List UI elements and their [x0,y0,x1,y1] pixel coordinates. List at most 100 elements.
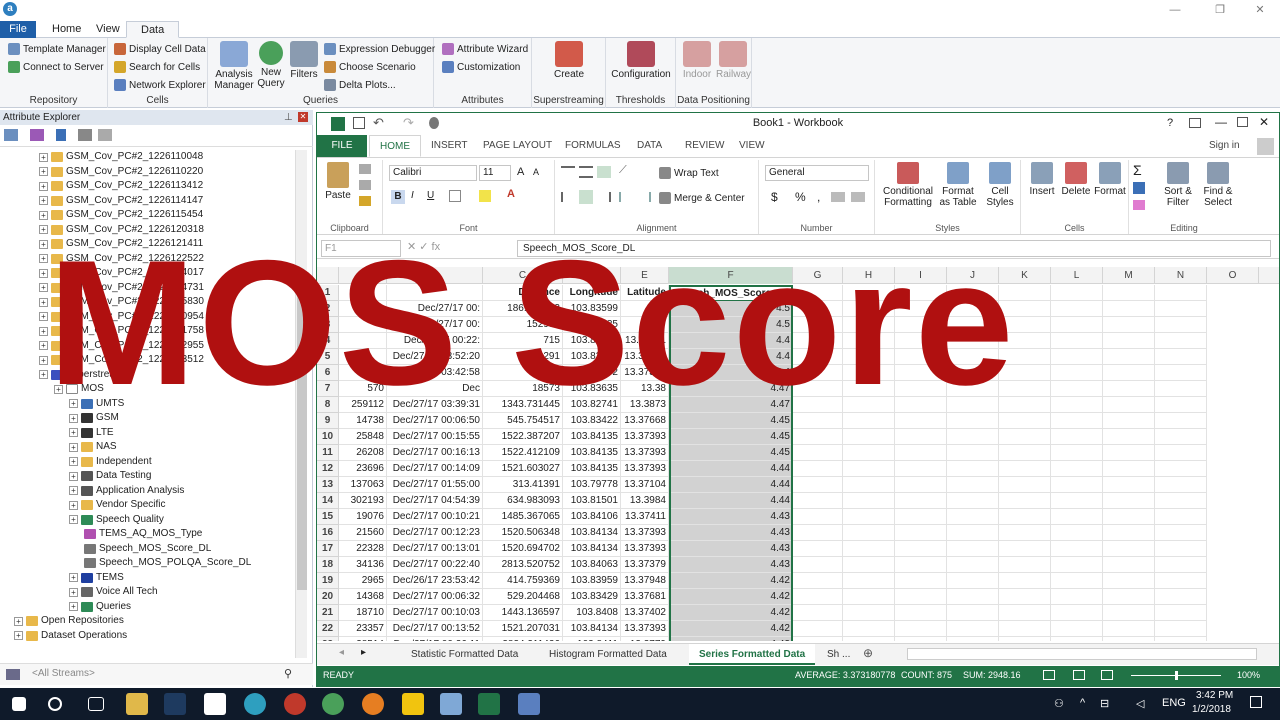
row-header[interactable]: 11 [317,445,339,461]
excel-taskbar-icon[interactable] [478,693,500,715]
italic-icon[interactable]: I [411,190,414,201]
fill-icon[interactable] [1133,182,1145,194]
data-cell[interactable]: 103.8411 [563,637,621,641]
bold-icon[interactable]: B [391,190,405,204]
sheet-tab-statistic[interactable]: Statistic Formatted Data [401,644,528,665]
avatar[interactable] [1257,138,1274,155]
data-cell[interactable]: 103.84134 [563,541,621,557]
expand-toggle-icon[interactable]: + [14,631,23,640]
data-cell[interactable] [1155,637,1207,641]
row-header[interactable]: 17 [317,541,339,557]
data-cell[interactable] [793,637,843,641]
data-cell[interactable] [1051,445,1103,461]
tree-node[interactable]: + Independent [69,455,152,469]
row-header[interactable]: 18 [317,557,339,573]
data-cell[interactable] [1051,637,1103,641]
data-cell[interactable]: 103.84135 [563,445,621,461]
xl-tab-view[interactable]: VIEW [729,135,775,157]
data-cell[interactable]: 13.37104 [621,477,669,493]
data-cell[interactable]: Dec/27/17 00:13:01 [387,541,483,557]
data-cell[interactable]: 103.84134 [563,621,621,637]
data-cell[interactable] [1155,509,1207,525]
xl-tab-data[interactable]: DATA [627,135,672,157]
data-cell[interactable] [999,621,1051,637]
tray-up-icon[interactable]: ^ [1080,697,1085,709]
firefox-icon[interactable] [362,693,384,715]
data-cell[interactable] [1103,557,1155,573]
data-cell[interactable] [895,525,947,541]
xl-tab-file[interactable]: FILE [317,135,367,157]
align-bottom-icon[interactable] [597,166,611,178]
language-indicator[interactable]: ENG [1162,697,1186,709]
people-icon[interactable]: ⚇ [1054,697,1064,710]
data-cell[interactable] [843,541,895,557]
data-cell[interactable] [1103,589,1155,605]
tree-node[interactable]: + GSM_Cov_PC#2_1226113412 [39,179,203,193]
data-cell[interactable]: 13.37948 [621,573,669,589]
data-cell[interactable] [1051,509,1103,525]
expand-toggle-icon[interactable]: + [69,500,78,510]
expand-toggle-icon[interactable]: + [39,225,48,234]
data-cell[interactable] [843,573,895,589]
indoor-button[interactable]: Indoor [680,41,714,80]
data-cell[interactable]: 634.983093 [483,493,563,509]
tree-node[interactable]: + GSM_Cov_PC#2_1226110220 [39,165,203,179]
borders-icon[interactable] [449,190,461,202]
find-select-button[interactable]: Find & Select [1199,162,1237,208]
data-cell[interactable] [1103,461,1155,477]
decrease-indent-icon[interactable] [619,192,633,202]
number-format-select[interactable]: General [765,165,869,181]
sort-icon[interactable] [56,129,66,141]
row-header[interactable]: 22 [317,621,339,637]
data-cell[interactable]: 1521.603027 [483,461,563,477]
align-middle-icon[interactable] [579,166,593,178]
data-cell[interactable] [843,605,895,621]
font-name-select[interactable]: Calibri [389,165,477,181]
data-cell[interactable] [1155,445,1207,461]
data-cell[interactable]: 1520.694702 [483,541,563,557]
data-cell[interactable]: 4.42 [669,573,793,589]
data-cell[interactable]: 19076 [339,509,387,525]
row-header[interactable]: 12 [317,461,339,477]
expand-toggle-icon[interactable]: + [39,341,48,350]
shrink-font-icon[interactable]: A [533,167,539,177]
data-cell[interactable] [1103,637,1155,641]
clear-icon[interactable] [1133,200,1145,210]
decrease-decimal-icon[interactable] [851,192,865,202]
network-tray-icon[interactable]: ⊟ [1100,697,1109,710]
data-cell[interactable] [895,493,947,509]
clock-time[interactable]: 3:42 PM [1196,690,1233,701]
expand-toggle-icon[interactable]: + [69,573,78,582]
data-cell[interactable] [793,509,843,525]
merge-center-button[interactable]: Merge & Center [659,190,745,206]
fill-color-icon[interactable] [479,190,491,202]
data-cell[interactable] [1051,621,1103,637]
data-cell[interactable] [895,509,947,525]
data-cell[interactable] [999,637,1051,641]
autosum-icon[interactable]: Σ [1133,162,1142,178]
close-panel-icon[interactable]: ✕ [298,112,308,122]
expand-toggle-icon[interactable]: + [39,181,48,191]
row-header[interactable]: 21 [317,605,339,621]
data-cell[interactable]: 13.37411 [621,509,669,525]
expand-toggle-icon[interactable]: + [14,616,23,626]
tree-node[interactable]: + Vendor Specific [69,498,166,512]
xl-tab-review[interactable]: REVIEW [675,135,734,157]
data-cell[interactable] [999,477,1051,493]
data-cell[interactable] [793,461,843,477]
data-cell[interactable] [793,445,843,461]
data-cell[interactable] [793,525,843,541]
file-explorer-icon[interactable] [126,693,148,715]
data-cell[interactable]: 414.759369 [483,573,563,589]
data-cell[interactable]: 4.42 [669,621,793,637]
expression-debugger-button[interactable]: Expression Debugger [324,41,435,57]
data-cell[interactable]: 103.79778 [563,477,621,493]
photoshop-icon[interactable] [164,693,186,715]
xl-tab-home[interactable]: HOME [369,135,421,157]
data-cell[interactable] [793,621,843,637]
app-icon-4[interactable] [518,693,540,715]
data-cell[interactable] [843,477,895,493]
expand-toggle-icon[interactable]: + [39,370,48,379]
prev-sheet-icon[interactable]: ◂ [339,647,344,658]
expand-toggle-icon[interactable]: + [69,457,78,466]
